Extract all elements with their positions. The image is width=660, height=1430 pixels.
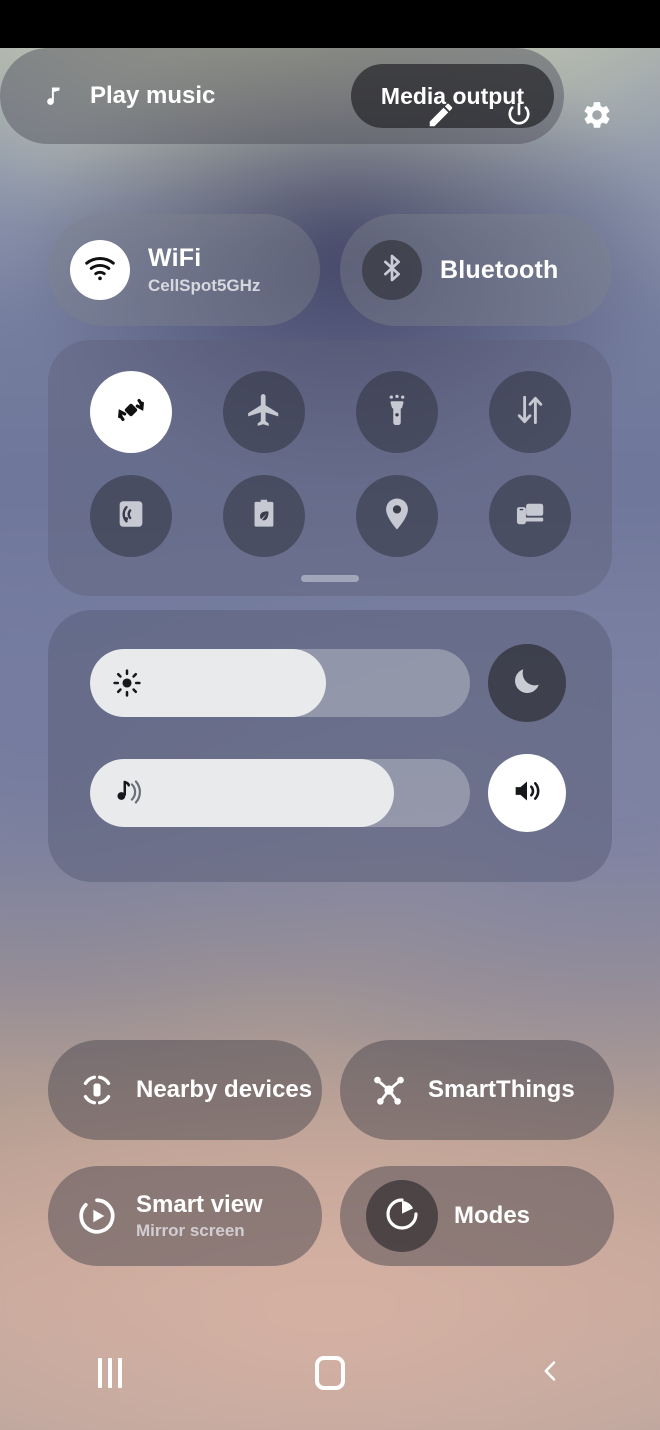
volume-row	[90, 754, 566, 832]
wifi-icon	[83, 251, 117, 290]
quick-settings-screen: WiFi CellSpot5GHz Bluetooth Play music M…	[0, 0, 660, 1430]
nearby-devices-tile[interactable]: Nearby devices	[48, 1040, 322, 1140]
brightness-slider[interactable]	[90, 649, 470, 717]
toggle-auto-rotate[interactable]	[64, 360, 197, 464]
location-circle	[355, 475, 438, 557]
modes-text: Modes	[454, 1202, 530, 1229]
multi-device-circle	[488, 475, 571, 557]
smartthings-icon	[366, 1067, 412, 1113]
battery-leaf-icon	[247, 497, 281, 536]
settings-button[interactable]	[580, 98, 614, 132]
toggle-link-to-windows[interactable]	[463, 464, 596, 568]
modes-tile[interactable]: Modes	[340, 1166, 614, 1266]
toggles-card	[48, 340, 612, 596]
toggle-airplane-mode[interactable]	[197, 360, 330, 464]
brightness-row	[90, 644, 566, 722]
airplane-icon	[245, 391, 283, 434]
flashlight-icon	[379, 392, 415, 433]
power-saving-circle	[222, 475, 305, 557]
gear-icon	[581, 99, 613, 131]
navigation-bar	[0, 1338, 660, 1408]
media-label: Play music	[90, 82, 216, 109]
wifi-tile[interactable]: WiFi CellSpot5GHz	[48, 214, 320, 326]
page-indicator[interactable]	[301, 575, 359, 582]
toggle-mobile-hotspot[interactable]	[64, 464, 197, 568]
airplane-circle	[222, 371, 305, 453]
modes-icon	[382, 1194, 422, 1239]
media-volume-icon	[110, 776, 144, 810]
modes-icon-container	[366, 1180, 438, 1252]
back-button[interactable]	[440, 1354, 660, 1393]
nearby-devices-title: Nearby devices	[136, 1076, 313, 1104]
auto-rotate-icon	[110, 389, 152, 436]
modes-title: Modes	[454, 1202, 531, 1230]
moon-icon	[510, 664, 544, 703]
nearby-devices-text: Nearby devices	[136, 1076, 312, 1103]
smartthings-title: SmartThings	[428, 1076, 575, 1104]
quick-settings-panel: WiFi CellSpot5GHz Bluetooth Play music M…	[0, 48, 660, 1430]
smartthings-tile[interactable]: SmartThings	[340, 1040, 614, 1140]
panel-header-actions	[424, 98, 614, 132]
speaker-icon	[509, 774, 545, 813]
toggle-power-saving[interactable]	[197, 464, 330, 568]
flashlight-circle	[355, 371, 438, 453]
wifi-subtitle: CellSpot5GHz	[148, 276, 261, 296]
hotspot-circle	[89, 475, 172, 557]
auto-rotate-circle	[89, 371, 172, 453]
hotspot-icon	[114, 497, 148, 536]
pencil-icon	[426, 100, 456, 130]
bluetooth-icon-container	[362, 240, 422, 300]
data-transfer-icon	[511, 391, 549, 434]
mobile-data-circle	[488, 371, 571, 453]
home-icon	[315, 1356, 345, 1390]
bluetooth-tile-text: Bluetooth	[440, 256, 558, 284]
dark-mode-button[interactable]	[488, 644, 566, 722]
toggle-flashlight[interactable]	[330, 360, 463, 464]
bluetooth-title: Bluetooth	[440, 256, 559, 284]
smartthings-text: SmartThings	[428, 1076, 575, 1103]
toggle-mobile-data[interactable]	[463, 360, 596, 464]
location-pin-icon	[378, 495, 416, 538]
back-chevron-icon	[536, 1354, 564, 1393]
smart-view-title: Smart view	[136, 1191, 263, 1219]
volume-slider[interactable]	[90, 759, 470, 827]
sliders-card	[48, 610, 612, 882]
toggles-grid	[64, 360, 596, 568]
recents-button[interactable]	[0, 1358, 220, 1388]
recents-icon	[98, 1358, 122, 1388]
home-button[interactable]	[220, 1356, 440, 1390]
brightness-sun-icon	[110, 666, 144, 700]
sound-mode-button[interactable]	[488, 754, 566, 832]
wifi-title: WiFi	[148, 244, 202, 273]
power-button[interactable]	[502, 98, 536, 132]
edit-button[interactable]	[424, 98, 458, 132]
multi-device-icon	[512, 496, 548, 537]
bluetooth-icon	[376, 252, 408, 289]
smart-view-tile[interactable]: Smart view Mirror screen	[48, 1166, 322, 1266]
smart-view-text: Smart view Mirror screen	[136, 1191, 263, 1241]
music-note-icon	[30, 73, 76, 119]
wifi-icon-container	[70, 240, 130, 300]
bluetooth-tile[interactable]: Bluetooth	[340, 214, 612, 326]
toggle-location[interactable]	[330, 464, 463, 568]
nearby-devices-icon	[74, 1067, 120, 1113]
media-card-left: Play music	[30, 73, 215, 119]
smart-view-subtitle: Mirror screen	[136, 1221, 245, 1241]
smart-view-icon	[74, 1193, 120, 1239]
wifi-tile-text: WiFi CellSpot5GHz	[148, 244, 260, 295]
status-bar	[0, 0, 660, 48]
power-icon	[504, 100, 534, 130]
